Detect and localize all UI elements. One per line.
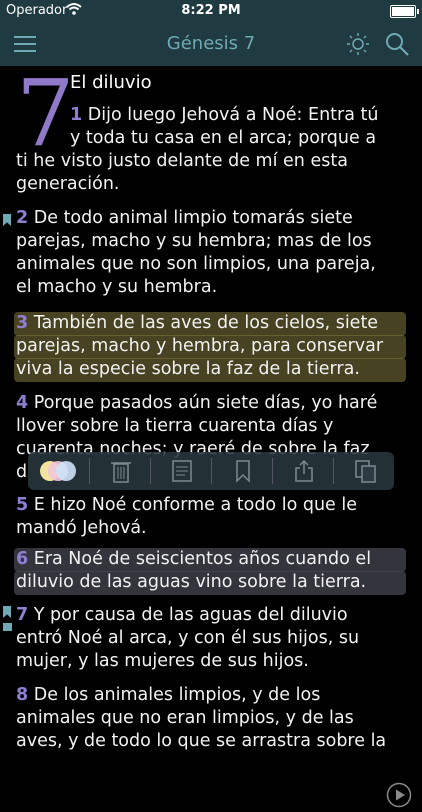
add-note-button[interactable] (151, 452, 212, 490)
verse-text: generación. (16, 174, 120, 194)
verse-number: 7 (16, 605, 29, 625)
status-bar: Operador 8:22 PM (0, 0, 422, 22)
copy-button[interactable] (334, 452, 395, 490)
verse-line[interactable]: viva la especie sobre la faz de la tierr… (16, 358, 360, 381)
verse-text: y toda tu casa en el arca; porque a (70, 128, 377, 148)
verse-line[interactable]: animales que no son limpios, una pareja, (16, 253, 376, 276)
verse-number: 3 (16, 313, 29, 333)
verse-6-start[interactable]: 6 Era Noé de seiscientos años cuando el (16, 548, 371, 571)
verse-text: mandó Jehová. (16, 518, 147, 538)
verse-line[interactable]: ti he visto justo delante de mí en esta (16, 150, 348, 173)
search-icon[interactable] (384, 31, 410, 57)
verse-line[interactable]: mujer, y las mujeres de sus hijos. (16, 650, 309, 673)
verse-3-start[interactable]: 3 También de las aves de los cielos, sie… (16, 312, 378, 335)
verse-text: el macho y su hembra. (16, 277, 218, 297)
highlight-colors-button[interactable] (28, 452, 89, 490)
verse-number: 5 (16, 495, 29, 515)
verse-text: diluvio de las aguas vino sobre la tierr… (16, 572, 367, 592)
verse-number: 2 (16, 208, 29, 228)
status-time: 8:22 PM (181, 3, 241, 18)
verse-line[interactable]: entró Noé al arca, y con él sus hijos, s… (16, 627, 359, 650)
play-audio-icon[interactable] (386, 782, 412, 808)
verse-line[interactable]: el macho y su hembra. (16, 276, 217, 299)
verse-2-start[interactable]: 2 De todo animal limpio tomarás siete (16, 207, 353, 230)
battery-icon (390, 5, 419, 18)
verse-text: llover sobre la tierra cuarenta días y (16, 416, 334, 436)
chapter-number: 7 (16, 60, 75, 167)
verse-text: entró Noé al arca, y con él sus hijos, s… (16, 628, 360, 648)
verse-text: E hizo Noé conforme a todo lo que le (33, 495, 357, 515)
verse-text: ti he visto justo delante de mí en esta (16, 151, 348, 171)
verse-text: parejas, macho y hembra, para conservar (16, 336, 384, 356)
verse-line[interactable]: diluvio de las aguas vino sobre la tierr… (16, 571, 366, 594)
verse-1-start[interactable]: 1 Dijo luego Jehová a Noé: Entra tú (70, 104, 378, 127)
verse-number: 1 (70, 105, 83, 125)
verse-text: Dijo luego Jehová a Noé: Entra tú (87, 105, 379, 125)
verse-line[interactable]: generación. (16, 173, 120, 196)
bookmark-icon[interactable] (3, 606, 11, 618)
brightness-icon[interactable] (346, 32, 370, 56)
chapter-text: 7 El diluvio 1 Dijo luego Jehová a Noé: … (0, 60, 422, 808)
verse-text: mujer, y las mujeres de sus hijos. (16, 651, 309, 671)
verse-8-start[interactable]: 8 De los animales limpios, y de los (16, 684, 320, 707)
verse-line[interactable]: d (16, 461, 27, 484)
verse-text: De los animales limpios, y de los (33, 685, 321, 705)
verse-text: También de las aves de los cielos, siete (33, 313, 379, 333)
verse-text: De todo animal limpio tomarás siete (33, 208, 353, 228)
verse-text: d (16, 462, 28, 482)
verse-line[interactable]: llover sobre la tierra cuarenta días y (16, 415, 333, 438)
verse-text: animales que no eran limpios, y de las (16, 708, 354, 728)
delete-button[interactable] (90, 452, 151, 490)
verse-line[interactable]: mandó Jehová. (16, 517, 147, 540)
verse-5-start[interactable]: 5 E hizo Noé conforme a todo lo que le (16, 494, 357, 517)
verse-text: parejas, macho y su hembra; mas de los (16, 231, 372, 251)
verse-number: 6 (16, 549, 29, 569)
bookmark-button[interactable] (212, 452, 273, 490)
verse-7-start[interactable]: 7 Y por causa de las aguas del diluvio (16, 604, 348, 627)
verse-line[interactable]: parejas, macho y hembra, para conservar (16, 335, 383, 358)
verse-line[interactable]: y toda tu casa en el arca; porque a (70, 127, 376, 150)
note-icon[interactable] (3, 623, 12, 631)
verse-action-toolbar (28, 452, 394, 490)
verse-text: viva la especie sobre la faz de la tierr… (16, 359, 360, 379)
verse-text: animales que no son limpios, una pareja, (16, 254, 376, 274)
share-button[interactable] (273, 452, 334, 490)
verse-4-start[interactable]: 4 Porque pasados aún siete días, yo haré (16, 392, 377, 415)
bookmark-icon[interactable] (3, 214, 11, 226)
verse-text: Porque pasados aún siete días, yo haré (33, 393, 378, 413)
section-heading: El diluvio (70, 72, 152, 93)
verse-number: 8 (16, 685, 29, 705)
verse-line[interactable]: animales que no eran limpios, y de las (16, 707, 354, 730)
verse-line[interactable]: parejas, macho y su hembra; mas de los (16, 230, 372, 253)
verse-text: Y por causa de las aguas del diluvio (33, 605, 348, 625)
verse-number: 4 (16, 393, 29, 413)
verse-text: aves, y de todo lo que se arrastra sobre… (16, 731, 387, 751)
verse-text: Era Noé de seiscientos años cuando el (33, 549, 372, 569)
